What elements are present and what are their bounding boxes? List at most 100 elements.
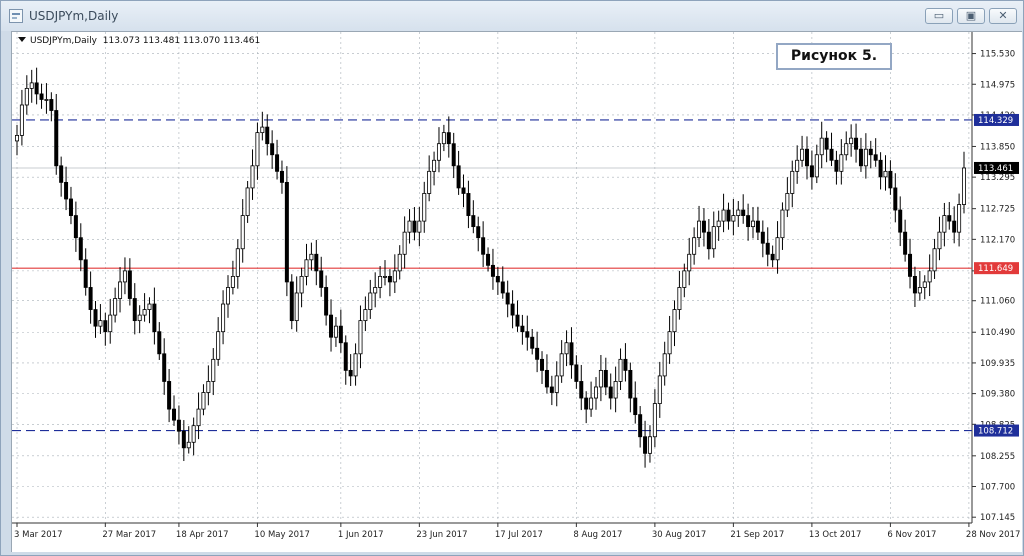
candle-body <box>510 303 515 316</box>
time-tick-label: 10 May 2017 <box>254 530 309 540</box>
candle-body <box>515 314 520 327</box>
candle-body <box>692 237 697 255</box>
candle-body <box>64 181 69 200</box>
chart-svg: 115.530114.975114.420113.850113.295112.7… <box>12 32 1020 540</box>
candle-body <box>191 425 196 443</box>
candle-body <box>623 358 628 371</box>
price-tick-label: 107.700 <box>980 483 1015 493</box>
candle-body <box>697 220 702 239</box>
candle-body <box>39 93 44 100</box>
candle-body <box>260 126 265 134</box>
candle-body <box>24 87 29 106</box>
chart-legend: USDJPYm,Daily 113.073 113.481 113.070 11… <box>18 36 260 46</box>
time-tick-label: 18 Apr 2017 <box>176 530 229 540</box>
candle-body <box>446 132 451 145</box>
candle-body <box>662 353 667 377</box>
candle-body <box>78 237 83 261</box>
candle-body <box>731 215 736 222</box>
candle-body <box>157 331 162 355</box>
time-tick-label: 3 Mar 2017 <box>14 530 62 540</box>
candle-body <box>397 253 402 272</box>
candle-body <box>88 287 93 310</box>
candle-body <box>736 209 741 216</box>
candle-body <box>957 204 962 233</box>
candle-body <box>824 137 829 150</box>
candle-body <box>294 292 299 322</box>
candle-body <box>412 220 417 233</box>
chart-window-icon <box>9 9 23 23</box>
candle-body <box>819 137 824 156</box>
price-tick-label: 112.725 <box>980 205 1015 215</box>
candlestick-chart[interactable]: 115.530114.975114.420113.850113.295112.7… <box>11 31 1022 552</box>
candle-body <box>152 303 157 333</box>
candle-body <box>760 231 765 244</box>
candle-body <box>348 369 353 377</box>
candle-body <box>947 215 952 222</box>
candle-body <box>790 170 795 194</box>
candle-body <box>387 275 392 283</box>
legend-ohlc: 113.073 113.481 113.070 113.461 <box>102 36 261 46</box>
candle-body <box>314 253 319 272</box>
candle-body <box>34 82 39 95</box>
candle-body <box>186 441 191 449</box>
candle-body <box>608 386 613 399</box>
candle-body <box>633 397 638 416</box>
price-tick-label: 113.295 <box>980 173 1015 183</box>
candle-body <box>309 253 314 261</box>
time-tick-label: 27 Mar 2017 <box>102 530 156 540</box>
candle-body <box>721 209 726 222</box>
minimize-icon: ▭ <box>933 9 945 22</box>
candle-body <box>319 270 324 288</box>
minimize-button[interactable]: ▭ <box>925 8 953 24</box>
candle-body <box>849 137 854 145</box>
candle-body <box>893 187 898 211</box>
maximize-button[interactable]: ▣ <box>957 8 985 24</box>
candle-body <box>196 408 201 427</box>
candle-body <box>598 369 603 388</box>
candle-body <box>113 298 118 316</box>
candle-body <box>716 220 721 228</box>
candle-body <box>574 364 579 382</box>
candle-body <box>495 275 500 283</box>
candle-body <box>652 403 657 438</box>
close-button[interactable]: ✕ <box>989 8 1017 24</box>
candle-body <box>368 292 373 310</box>
candle-body <box>68 198 73 216</box>
candle-body <box>677 287 682 310</box>
candle-body <box>878 159 883 178</box>
candle-body <box>373 287 378 294</box>
candle-body <box>122 270 127 283</box>
candle-body <box>785 193 790 211</box>
candle-body <box>873 154 878 161</box>
legend-dropdown-icon <box>18 37 26 42</box>
candle-body <box>554 375 559 393</box>
candle-body <box>93 309 98 327</box>
candle-body <box>383 275 388 278</box>
candle-body <box>417 220 422 233</box>
maximize-icon: ▣ <box>965 9 977 22</box>
candle-body <box>741 209 746 216</box>
time-tick-label: 1 Jun 2017 <box>338 530 384 540</box>
candle-body <box>137 314 142 322</box>
candle-body <box>593 386 598 399</box>
candle-body <box>917 287 922 294</box>
candle-body <box>333 325 338 338</box>
candle-body <box>942 215 947 233</box>
current-price-label: 113.461 <box>978 164 1013 174</box>
candle-body <box>775 237 780 261</box>
candle-body <box>279 170 284 183</box>
window-titlebar[interactable]: USDJPYm,Daily ▭ ▣ ✕ <box>1 1 1023 31</box>
candle-body <box>638 414 643 438</box>
candle-body <box>800 148 805 161</box>
candle-body <box>118 281 123 299</box>
level-price-label: 111.649 <box>978 264 1013 274</box>
candle-body <box>564 342 569 355</box>
candle-body <box>407 220 412 233</box>
price-tick-label: 108.255 <box>980 452 1015 462</box>
candle-body <box>525 331 530 338</box>
candle-body <box>265 126 270 145</box>
close-icon: ✕ <box>998 9 1008 22</box>
candle-body <box>643 436 648 454</box>
candle-body <box>471 215 476 228</box>
candle-body <box>304 259 309 277</box>
